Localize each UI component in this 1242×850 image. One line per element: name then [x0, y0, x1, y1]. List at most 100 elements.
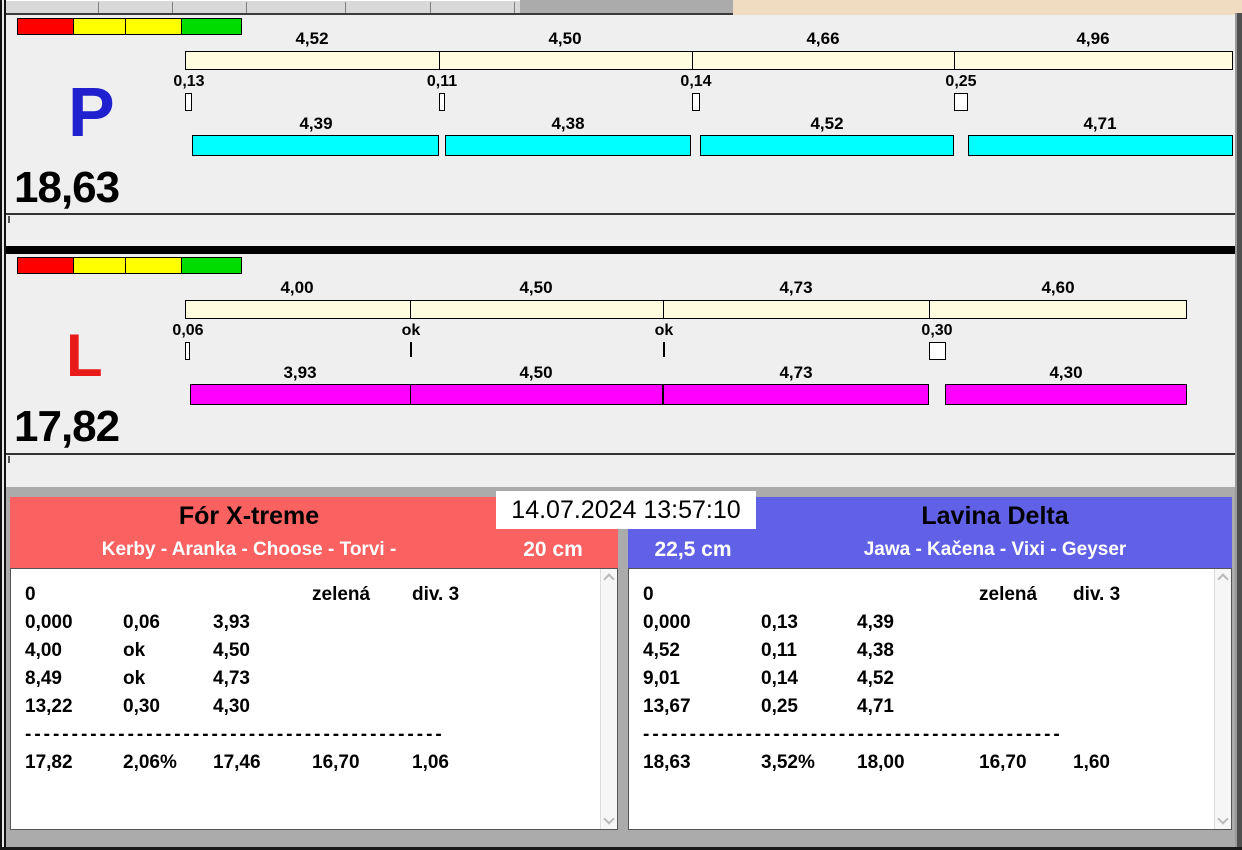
- table-cell: 4,00: [25, 637, 123, 665]
- table-cell: ok: [123, 665, 213, 693]
- run-time-bar: [663, 384, 929, 405]
- lane-total-time: 17,82: [14, 404, 119, 450]
- table-cell: 4,73: [213, 665, 312, 693]
- split-time-label: 4,50: [505, 29, 625, 49]
- table-cell: 4,39: [857, 609, 979, 637]
- table-cell: 0,14: [761, 665, 857, 693]
- top-window-strip: [0, 0, 1242, 15]
- changeover-box: [929, 342, 946, 360]
- traffic-cell-3: [182, 19, 241, 34]
- table-row: 9,010,144,52: [629, 665, 1213, 693]
- table-cell: 0,000: [25, 609, 123, 637]
- strip-divider: [345, 2, 346, 13]
- team-dogs: Jawa - Kačena - Vixi - Geyser: [758, 539, 1232, 561]
- changeover-ok-tick: [663, 342, 665, 357]
- table-cell: 4,52: [857, 665, 979, 693]
- changeover-box: [185, 93, 192, 111]
- table-scrollbar[interactable]: [600, 569, 617, 829]
- table-cell: 13,22: [25, 693, 123, 721]
- table-cell: zelená: [979, 581, 1073, 609]
- table-row: 18,633,52%18,0016,701,60: [629, 749, 1213, 777]
- table-cell: 16,70: [979, 749, 1073, 777]
- run-time-bar: [945, 384, 1187, 405]
- run-time-bar: [700, 135, 954, 156]
- table-cell: 0,06: [123, 609, 213, 637]
- datetime-box: 14.07.2024 13:57:10: [496, 491, 756, 529]
- run-time-bar: [410, 384, 663, 405]
- lane-letter: L: [66, 326, 103, 386]
- run-time-label: 4,73: [736, 363, 856, 383]
- table-row: 17,822,06%17,4616,701,06: [11, 749, 599, 777]
- table-cell: 4,38: [857, 637, 979, 665]
- changeover-box: [954, 93, 968, 111]
- strip-divider: [514, 2, 515, 13]
- run-time-bar: [192, 135, 439, 156]
- scroll-down-icon[interactable]: [603, 813, 614, 824]
- lane-footer-strip: [6, 455, 1235, 487]
- scroll-up-icon[interactable]: [1217, 573, 1228, 584]
- split-bar-track: [185, 51, 1233, 70]
- run-time-label: 4,71: [1040, 114, 1160, 134]
- table-row: 13,220,304,30: [11, 693, 599, 721]
- team-jump-height: 22,5 cm: [628, 538, 758, 562]
- table-row: 4,00ok4,50: [11, 637, 599, 665]
- lane-letter: P: [68, 77, 115, 147]
- split-time-label: 4,00: [237, 278, 357, 298]
- table-row: 8,49ok4,73: [11, 665, 599, 693]
- run-time-label: 4,38: [508, 114, 628, 134]
- table-cell: 0,11: [761, 637, 857, 665]
- traffic-cell-3: [182, 258, 241, 273]
- split-time-label: 4,96: [1033, 29, 1153, 49]
- scroll-up-icon[interactable]: [603, 573, 614, 584]
- changeover-label: 0,13: [129, 73, 249, 91]
- table-row: 0,0000,134,39: [629, 609, 1213, 637]
- changeover-box: [692, 93, 700, 111]
- changeover-label: 0,11: [382, 73, 502, 91]
- changeover-ok-tick: [410, 342, 412, 357]
- table-body[interactable]: 0zelenádiv. 30,0000,134,394,520,114,389,…: [629, 569, 1213, 829]
- table-cell: 18,63: [643, 749, 761, 777]
- table-scrollbar[interactable]: [1214, 569, 1231, 829]
- split-time-label: 4,66: [763, 29, 883, 49]
- changeover-label: 0,14: [636, 73, 756, 91]
- table-cell: div. 3: [1073, 581, 1213, 609]
- split-time-label: 4,52: [252, 29, 372, 49]
- table-cell: 0,000: [643, 609, 761, 637]
- traffic-cell-1: [74, 258, 126, 273]
- split-bar-track: [185, 300, 1187, 319]
- table-cell: 4,50: [213, 637, 312, 665]
- table-cell: 0,30: [123, 693, 213, 721]
- lane-total-time: 18,63: [14, 165, 119, 211]
- table-body[interactable]: 0zelenádiv. 30,0000,063,934,00ok4,508,49…: [11, 569, 599, 829]
- results-section: 14.07.2024 13:57:10 Fór X-treme Kerby - …: [6, 487, 1235, 850]
- changeover-box: [185, 342, 190, 360]
- table-cell: 4,71: [857, 693, 979, 721]
- strip-divider: [98, 2, 99, 13]
- table-cell: 13,67: [643, 693, 761, 721]
- table-cell: ok: [123, 637, 213, 665]
- table-cell: 17,82: [25, 749, 123, 777]
- split-divider: [439, 51, 440, 70]
- strip-nib: [8, 216, 10, 223]
- table-cell: 0: [25, 581, 123, 609]
- table-cell: 18,00: [857, 749, 979, 777]
- results-table-left: 0zelenádiv. 30,0000,063,934,00ok4,508,49…: [10, 568, 618, 830]
- results-table-right: 0zelenádiv. 30,0000,134,394,520,114,389,…: [628, 568, 1232, 830]
- table-cell: [213, 581, 312, 609]
- run-time-bar: [968, 135, 1233, 156]
- table-row: 0zelenádiv. 3: [629, 581, 1213, 609]
- table-cell: 2,06%: [123, 749, 213, 777]
- scroll-down-icon[interactable]: [1217, 813, 1228, 824]
- lane-panel-left: L 17,82 4,000,063,934,50ok4,504,73ok4,73…: [6, 254, 1235, 455]
- strip-divider: [246, 2, 247, 13]
- split-divider: [929, 300, 930, 319]
- lane-divider-bar: [6, 246, 1235, 254]
- traffic-cell-0: [18, 258, 74, 273]
- strip-divider: [430, 2, 431, 13]
- traffic-light: [17, 18, 242, 35]
- table-cell: div. 3: [412, 581, 599, 609]
- split-divider: [692, 51, 693, 70]
- split-time-label: 4,50: [476, 278, 596, 298]
- table-cell: 4,52: [643, 637, 761, 665]
- run-time-label: 4,30: [1006, 363, 1126, 383]
